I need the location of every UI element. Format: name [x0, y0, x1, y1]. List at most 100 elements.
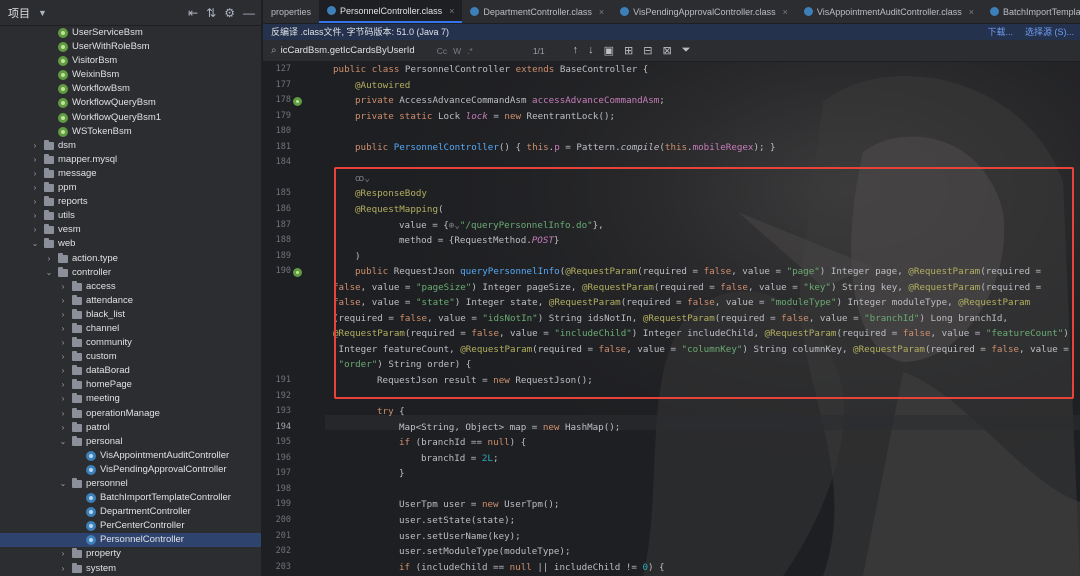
match-case-toggle[interactable]: Cc: [437, 46, 447, 56]
chevron-right-icon[interactable]: ›: [58, 294, 68, 308]
tree-item-workflowbsm[interactable]: WorkflowBsm: [0, 82, 261, 96]
chevron-right-icon[interactable]: ›: [30, 153, 40, 167]
tree-item-community[interactable]: › community: [0, 336, 261, 350]
tree-item-channel[interactable]: › channel: [0, 322, 261, 336]
chevron-right-icon[interactable]: ›: [58, 350, 68, 364]
chevron-down-icon[interactable]: ⌄: [58, 477, 68, 491]
tree-item-workflowquerybsm1[interactable]: WorkflowQueryBsm1: [0, 111, 261, 125]
editor-tab[interactable]: VisPendingApprovalController.class ×: [612, 0, 796, 23]
chevron-right-icon[interactable]: ›: [30, 181, 40, 195]
tree-item-weixinbsm[interactable]: WeixinBsm: [0, 68, 261, 82]
filter-icon[interactable]: ⏷: [682, 44, 691, 57]
chevron-right-icon[interactable]: ›: [30, 195, 40, 209]
chevron-right-icon[interactable]: ›: [58, 392, 68, 406]
tree-item-custom[interactable]: › custom: [0, 350, 261, 364]
tree-item-reports[interactable]: › reports: [0, 195, 261, 209]
tree-item-attendance[interactable]: › attendance: [0, 294, 261, 308]
chevron-down-icon[interactable]: ⌄: [58, 435, 68, 449]
chevron-right-icon[interactable]: ›: [58, 547, 68, 561]
editor-tab[interactable]: PersonnelController.class ×: [319, 0, 463, 23]
spring-bean-gutter-icon[interactable]: [293, 97, 302, 107]
chevron-right-icon[interactable]: ›: [58, 378, 68, 392]
chevron-right-icon[interactable]: ›: [58, 280, 68, 294]
editor-tab[interactable]: DepartmentController.class ×: [462, 0, 612, 23]
tree-item-meeting[interactable]: › meeting: [0, 392, 261, 406]
gear-icon[interactable]: ⚙: [224, 6, 235, 20]
tree-item-personnel[interactable]: ⌄ personnel: [0, 477, 261, 491]
chevron-right-icon[interactable]: ›: [58, 407, 68, 421]
arrow-up-icon[interactable]: ↑: [573, 44, 579, 57]
chevron-right-icon[interactable]: ›: [30, 167, 40, 181]
tree-item-operationmanage[interactable]: › operationManage: [0, 407, 261, 421]
regex-toggle[interactable]: .*: [467, 46, 473, 56]
exclude-occurrence-icon[interactable]: ⊠: [662, 44, 671, 57]
chevron-right-icon[interactable]: ›: [58, 322, 68, 336]
download-sources-link[interactable]: 下载...: [987, 24, 1013, 40]
editor-tab[interactable]: BatchImportTemplateContr×: [982, 0, 1080, 23]
tree-item-percentercontroller[interactable]: PerCenterController: [0, 519, 261, 533]
search-input[interactable]: icCardBsm.getIcCardsByUserId: [281, 45, 415, 56]
tree-item-web[interactable]: ⌄ web: [0, 237, 261, 251]
tree-item-personnelcontroller[interactable]: PersonnelController: [0, 533, 261, 548]
tree-item-action-type[interactable]: › action.type: [0, 252, 261, 266]
tree-item-access[interactable]: › access: [0, 280, 261, 294]
close-icon[interactable]: ×: [783, 7, 788, 17]
open-in-window-icon[interactable]: ▣: [604, 44, 614, 57]
line-number: 201: [275, 530, 291, 541]
chevron-right-icon[interactable]: ›: [58, 364, 68, 378]
tree-item-label: PerCenterController: [100, 520, 185, 532]
chevron-down-icon[interactable]: ⌄: [44, 266, 54, 280]
editor-tab[interactable]: properties: [263, 0, 319, 23]
tree-item-databorad[interactable]: › dataBorad: [0, 364, 261, 378]
chevron-right-icon[interactable]: ›: [58, 421, 68, 435]
tree-item-label: community: [86, 337, 132, 349]
chevron-right-icon[interactable]: ›: [58, 308, 68, 322]
tree-item-departmentcontroller[interactable]: DepartmentController: [0, 505, 261, 519]
tree-item-dsm[interactable]: › dsm: [0, 139, 261, 153]
tree-item-batchimporttemplatecontroller[interactable]: BatchImportTemplateController: [0, 491, 261, 505]
hide-icon[interactable]: —: [243, 6, 255, 20]
editor-tab[interactable]: VisAppointmentAuditController.class ×: [796, 0, 982, 23]
tree-item-controller[interactable]: ⌄ controller: [0, 266, 261, 280]
tree-item-vispendingapprovalcontroller[interactable]: VisPendingApprovalController: [0, 463, 261, 477]
tree-item-message[interactable]: › message: [0, 167, 261, 181]
tree-item-system[interactable]: › system: [0, 562, 261, 576]
chevron-right-icon[interactable]: ›: [58, 562, 68, 576]
chevron-down-icon[interactable]: ▼: [38, 8, 47, 18]
tree-item-patrol[interactable]: › patrol: [0, 421, 261, 435]
chevron-right-icon[interactable]: ›: [44, 252, 54, 266]
expand-all-icon[interactable]: ⇅: [206, 6, 216, 20]
whole-word-toggle[interactable]: W: [453, 46, 461, 56]
collapse-all-icon[interactable]: ⇤: [188, 6, 198, 20]
close-icon[interactable]: ×: [969, 7, 974, 17]
chevron-right-icon[interactable]: ›: [30, 139, 40, 153]
tree-item-workflowquerybsm[interactable]: WorkflowQueryBsm: [0, 96, 261, 110]
close-icon[interactable]: ×: [599, 7, 604, 17]
chevron-down-icon[interactable]: ⌄: [30, 237, 40, 251]
spring-bean-gutter-icon[interactable]: [293, 268, 302, 278]
arrow-down-icon[interactable]: ↓: [588, 44, 594, 57]
project-panel-title[interactable]: 项目: [8, 5, 30, 21]
tree-item-userwithrolebsm[interactable]: UserWithRoleBsm: [0, 40, 261, 54]
tree-item-wstokenbsm[interactable]: WSTokenBsm: [0, 125, 261, 139]
close-icon[interactable]: ×: [449, 6, 454, 16]
code-area[interactable]: 127 177 178 179 180 181 184 185 186 187 188 189 190 1…: [263, 62, 1080, 576]
tree-item-ppm[interactable]: › ppm: [0, 181, 261, 195]
chevron-right-icon[interactable]: ›: [58, 336, 68, 350]
tree-item-mapper-mysql[interactable]: › mapper.mysql: [0, 153, 261, 167]
tree-item-utils[interactable]: › utils: [0, 209, 261, 223]
tree-item-property[interactable]: › property: [0, 547, 261, 561]
tree-item-vesm[interactable]: › vesm: [0, 223, 261, 237]
tree-item-homepage[interactable]: › homePage: [0, 378, 261, 392]
tree-item-userservicebsm[interactable]: UserServiceBsm: [0, 26, 261, 40]
tree-item-label: message: [58, 167, 97, 179]
tree-item-personal[interactable]: ⌄ personal: [0, 435, 261, 449]
add-occurrence-icon[interactable]: ⊞: [624, 44, 633, 57]
choose-sources-link[interactable]: 选择源 (S)...: [1025, 24, 1074, 40]
chevron-right-icon[interactable]: ›: [30, 223, 40, 237]
chevron-right-icon[interactable]: ›: [30, 209, 40, 223]
tree-item-visitorbsm[interactable]: VisitorBsm: [0, 54, 261, 68]
select-all-occurrences-icon[interactable]: ⊟: [643, 44, 652, 57]
tree-item-black-list[interactable]: › black_list: [0, 308, 261, 322]
tree-item-visappointmentauditcontroller[interactable]: VisAppointmentAuditController: [0, 449, 261, 463]
